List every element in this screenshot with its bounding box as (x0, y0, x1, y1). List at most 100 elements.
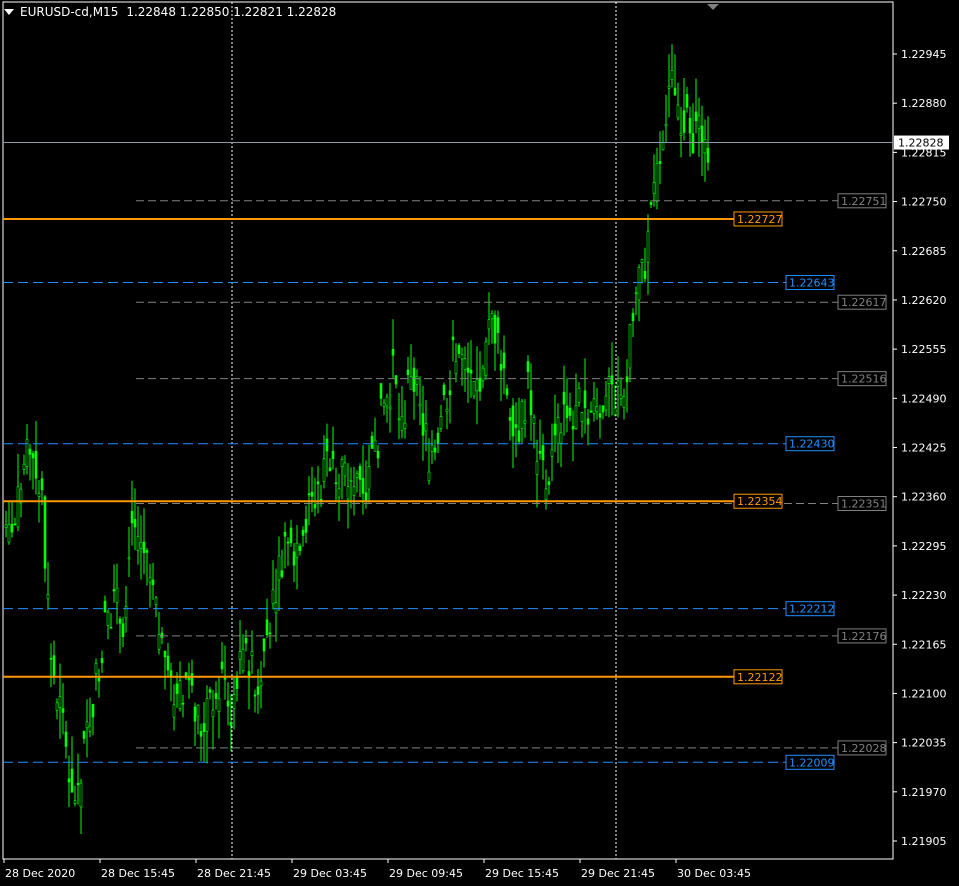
candle-body (187, 678, 191, 681)
candle-body (619, 394, 623, 399)
candle-body (22, 463, 26, 470)
candle-body (40, 478, 44, 491)
candle-body (157, 634, 161, 650)
candle-body (205, 698, 209, 732)
candle-body (538, 450, 542, 454)
price-chart[interactable]: 1.229451.228801.228151.227501.226851.226… (0, 0, 959, 886)
candle-body (631, 312, 635, 322)
candle-body (376, 450, 380, 459)
candle-body (220, 661, 224, 670)
candle-body (688, 117, 692, 134)
candle-body (28, 448, 32, 455)
candle-body (490, 313, 494, 320)
candle-body (265, 619, 269, 636)
candle-body (106, 611, 110, 626)
candle-body (31, 453, 35, 459)
candle-body (181, 702, 185, 705)
candle-body (463, 358, 467, 370)
candle-body (412, 367, 416, 392)
y-tick-label: 1.22750 (901, 196, 947, 209)
candle-body (640, 259, 644, 264)
y-tick-label: 1.22685 (901, 245, 947, 258)
candle-body (133, 519, 137, 528)
candle-body (217, 698, 221, 712)
y-tick-label: 1.22555 (901, 343, 947, 356)
chart-frame (2, 1, 894, 860)
candle-body (658, 160, 662, 164)
candle-body (385, 396, 389, 407)
candle-body (274, 602, 278, 614)
candle-body (397, 418, 401, 421)
x-tick-label: 29 Dec 03:45 (293, 867, 367, 880)
candle-body (595, 406, 599, 413)
candle-body (325, 438, 329, 452)
candle-body (148, 577, 152, 583)
candle-body (172, 704, 176, 718)
candle-body (115, 587, 119, 603)
candle-body (481, 367, 485, 382)
candle-body (352, 486, 356, 496)
candle-body (559, 432, 563, 444)
candle-body (682, 110, 686, 133)
y-tick-label: 1.21970 (901, 786, 947, 799)
candle-body (457, 345, 461, 354)
candle-body (355, 473, 359, 478)
candle-body (394, 375, 398, 385)
candle-body (406, 369, 410, 376)
candle-body (442, 384, 446, 396)
candle-body (421, 413, 425, 436)
candle-body (307, 493, 311, 496)
candle-body (526, 361, 530, 372)
candle-body (289, 527, 293, 544)
candle-body (214, 693, 218, 699)
candle-body (496, 317, 500, 333)
chart-window[interactable]: EURUSD-cd,M15 1.22848 1.22850 1.22821 1.… (0, 0, 959, 886)
candle-body (544, 488, 548, 501)
candle-body (34, 450, 38, 479)
current-price-label: 1.22828 (898, 137, 944, 150)
candle-body (244, 638, 248, 644)
candle-body (304, 519, 308, 533)
candle-body (67, 778, 71, 783)
candle-body (703, 138, 707, 154)
candle-body (520, 400, 524, 429)
y-tick-label: 1.22230 (901, 589, 947, 602)
candle-body (541, 445, 545, 461)
blue-level-label: 1.22212 (789, 603, 835, 616)
candle-body (670, 70, 674, 80)
candle-body (103, 600, 107, 613)
gray-level-label: 1.22176 (841, 630, 887, 643)
candle-body (52, 655, 56, 676)
candle-body (79, 782, 83, 808)
candle-body (556, 417, 560, 445)
candle-body (691, 133, 695, 153)
candle-body (664, 123, 668, 127)
candle-body (532, 417, 536, 424)
candle-body (313, 503, 317, 509)
candle-body (163, 650, 167, 658)
candle-body (259, 680, 263, 687)
candle-body (136, 536, 140, 551)
candle-body (568, 407, 572, 416)
candle-body (487, 319, 491, 330)
blue-level-label: 1.22643 (789, 277, 835, 290)
candle-body (571, 426, 575, 430)
candle-body (694, 111, 698, 122)
candle-body (697, 115, 701, 129)
candle-body (529, 390, 533, 416)
candle-body (511, 405, 515, 437)
candle-body (235, 675, 239, 689)
candle-body (535, 461, 539, 475)
candle-body (676, 104, 680, 119)
y-tick-label: 1.22620 (901, 294, 947, 307)
candle-body (247, 671, 251, 677)
candle-body (478, 377, 482, 392)
orange-level-label: 1.22122 (737, 671, 783, 684)
candle-body (598, 413, 602, 418)
shift-marker-icon[interactable] (707, 4, 719, 10)
candle-body (73, 800, 77, 804)
candle-body (493, 314, 497, 344)
candle-body (253, 694, 257, 697)
candle-body (7, 523, 11, 543)
orange-level-label: 1.22354 (737, 495, 783, 508)
